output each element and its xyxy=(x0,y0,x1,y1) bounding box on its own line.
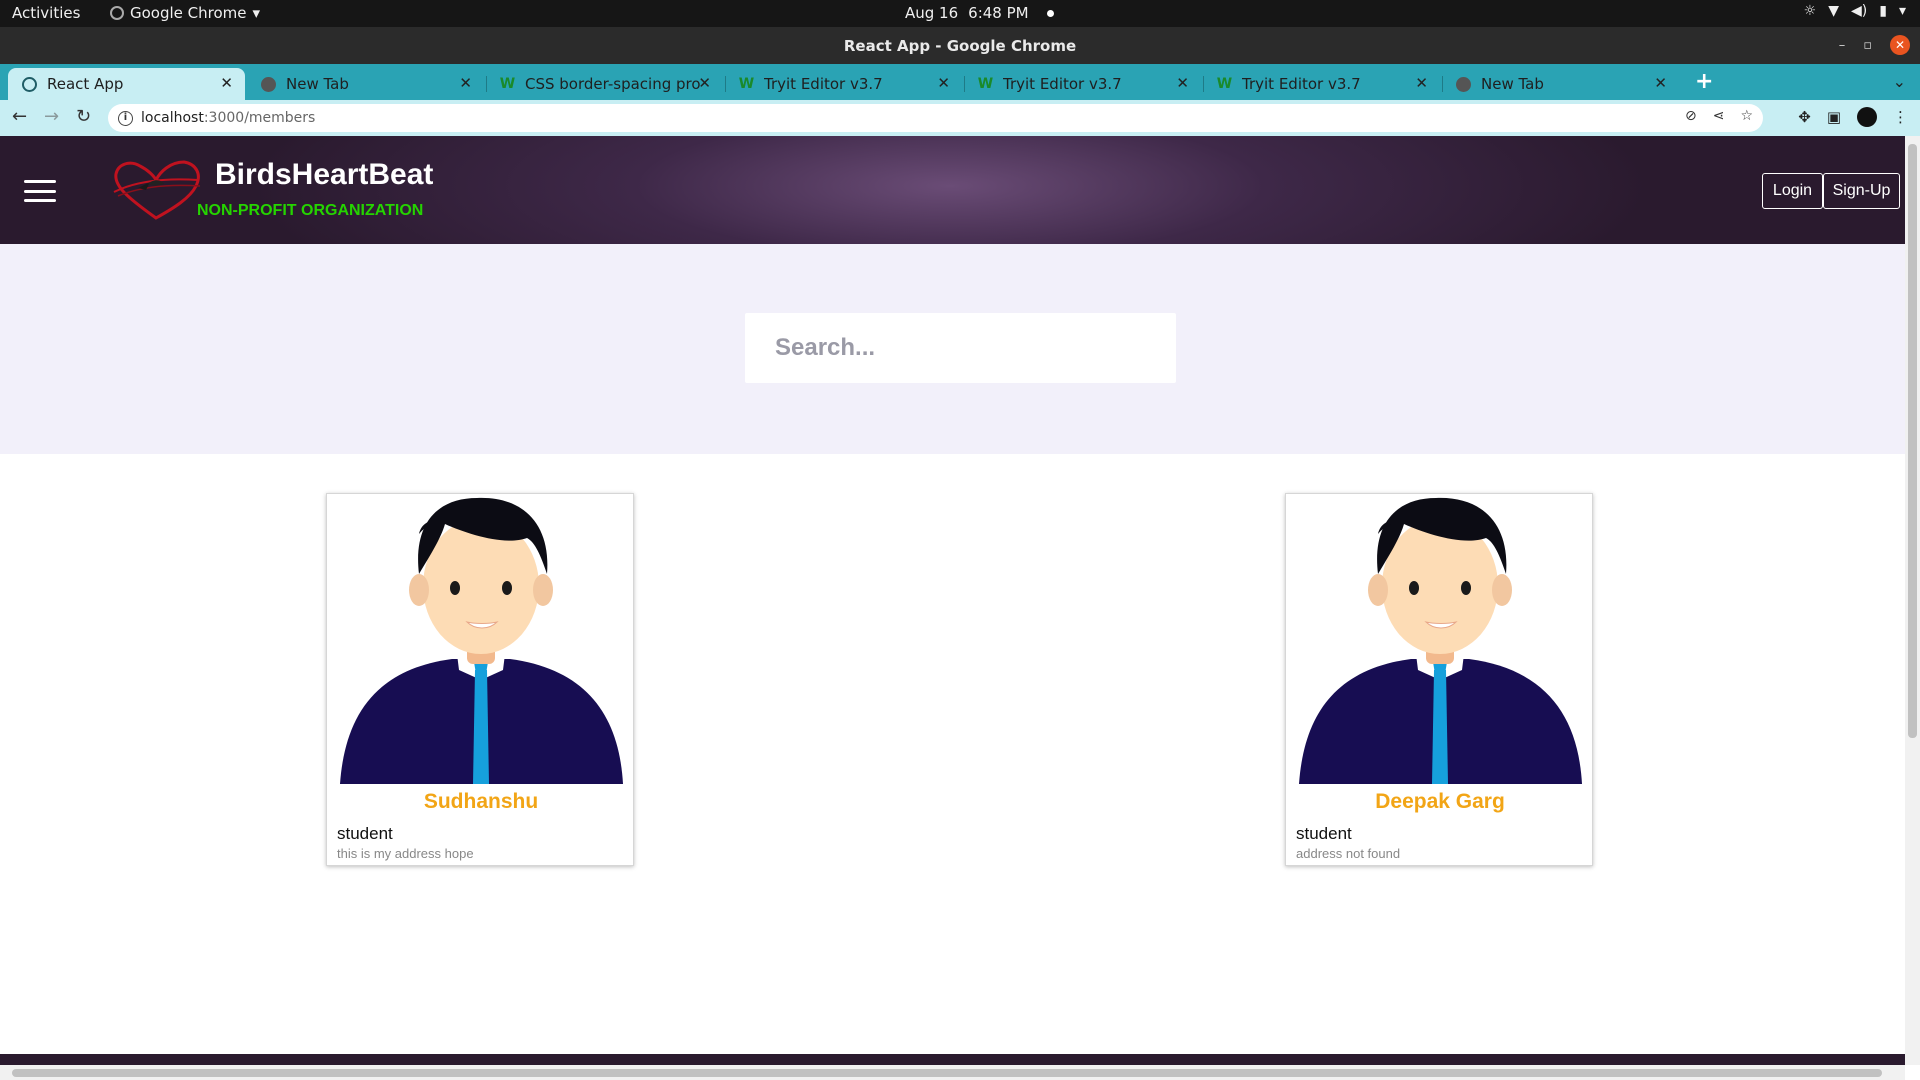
close-icon[interactable]: ✕ xyxy=(459,74,472,92)
side-panel-icon[interactable]: ▣ xyxy=(1827,108,1841,126)
url-host: localhost xyxy=(141,110,204,126)
tab-new-tab[interactable]: New Tab ✕ xyxy=(1442,68,1679,100)
signup-button[interactable]: Sign-Up xyxy=(1823,173,1900,209)
wifi-icon: ▼ xyxy=(1828,3,1840,19)
search-section xyxy=(0,244,1905,454)
horizontal-scrollbar[interactable] xyxy=(0,1065,1905,1080)
caret-down-icon: ▾ xyxy=(1898,3,1906,19)
member-card[interactable]: Deepak Garg student address not found xyxy=(1285,493,1593,866)
chrome-icon xyxy=(261,76,276,92)
close-icon[interactable]: ✕ xyxy=(1415,74,1428,92)
notification-dot-icon xyxy=(1046,9,1054,17)
w3schools-icon: W xyxy=(977,76,994,92)
member-role: student xyxy=(337,824,393,843)
member-name: Sudhanshu xyxy=(423,790,539,813)
scrollbar-thumb[interactable] xyxy=(12,1069,1882,1077)
app-menu[interactable]: Google Chrome ▾ xyxy=(110,4,260,22)
tab-label: Tryit Editor v3.7 xyxy=(1242,75,1361,93)
kebab-menu-icon[interactable]: ⋮ xyxy=(1893,108,1908,126)
member-address: this is my address hope xyxy=(337,846,474,861)
close-icon[interactable]: ✕ xyxy=(1176,74,1189,92)
member-avatar xyxy=(1299,497,1582,784)
brand-subtitle: NON-PROFIT ORGANIZATION xyxy=(197,202,424,219)
clock[interactable]: Aug 16 6:48 PM xyxy=(905,4,1054,22)
back-arrow-icon[interactable]: ← xyxy=(12,106,27,127)
tab-label: CSS border-spacing prope xyxy=(525,75,700,93)
tab-label: New Tab xyxy=(1481,75,1544,93)
close-icon[interactable]: ✕ xyxy=(937,74,950,92)
member-card[interactable]: Sudhanshu student this is my address hop… xyxy=(326,493,634,866)
tab-react-app[interactable]: React App ✕ xyxy=(8,68,245,100)
date-label: Aug 16 xyxy=(905,4,959,22)
caret-down-icon: ▾ xyxy=(252,4,261,22)
close-window-icon[interactable]: ✕ xyxy=(1890,35,1910,55)
forward-arrow-icon[interactable]: → xyxy=(44,106,59,127)
login-button[interactable]: Login xyxy=(1762,173,1823,209)
close-icon[interactable]: ✕ xyxy=(220,74,233,92)
url-path: :3000/members xyxy=(203,110,316,126)
extensions-puzzle-icon[interactable]: ✥ xyxy=(1798,108,1811,126)
member-name: Deepak Garg xyxy=(1375,790,1505,813)
app-menu-label: Google Chrome xyxy=(130,4,247,22)
tab-new-tab[interactable]: New Tab ✕ xyxy=(247,68,484,100)
eye-off-icon[interactable]: ⊘ xyxy=(1685,108,1697,124)
close-icon[interactable]: ✕ xyxy=(698,74,711,92)
tab-tryit-editor[interactable]: W Tryit Editor v3.7 ✕ xyxy=(964,68,1201,100)
scrollbar-thumb[interactable] xyxy=(1908,144,1917,738)
bookmark-star-icon[interactable]: ☆ xyxy=(1740,108,1753,124)
new-tab-plus-icon[interactable]: + xyxy=(1695,69,1713,94)
tab-tryit-editor[interactable]: W Tryit Editor v3.7 ✕ xyxy=(1203,68,1440,100)
profile-avatar-icon[interactable] xyxy=(1857,107,1877,127)
tab-strip: React App ✕ New Tab ✕ W CSS border-spaci… xyxy=(0,64,1920,100)
volume-icon: ◀) xyxy=(1851,3,1868,19)
tab-tryit-editor[interactable]: W Tryit Editor v3.7 ✕ xyxy=(725,68,962,100)
maximize-icon[interactable]: ▫ xyxy=(1863,38,1872,53)
os-top-bar: Activities Google Chrome ▾ Aug 16 6:48 P… xyxy=(0,0,1920,27)
tab-css-border-spacing[interactable]: W CSS border-spacing prope ✕ xyxy=(486,68,723,100)
hamburger-menu-icon[interactable] xyxy=(24,180,56,202)
w3schools-icon: W xyxy=(738,76,755,92)
page-viewport: BirdsHeartBeat NON-PROFIT ORGANIZATION L… xyxy=(0,136,1905,1065)
close-icon[interactable]: ✕ xyxy=(1654,74,1667,92)
reload-icon[interactable]: ↻ xyxy=(76,106,91,127)
vertical-scrollbar[interactable] xyxy=(1905,136,1920,1065)
w3schools-icon: W xyxy=(499,76,516,92)
site-header: BirdsHeartBeat NON-PROFIT ORGANIZATION L… xyxy=(0,136,1905,244)
member-address: address not found xyxy=(1296,846,1401,861)
heart-logo-icon[interactable] xyxy=(108,158,204,220)
tab-label: React App xyxy=(47,75,124,93)
tab-label: Tryit Editor v3.7 xyxy=(764,75,883,93)
window-title-bar: React App - Google Chrome – ▫ ✕ xyxy=(0,27,1920,64)
brightness-icon: ☼ xyxy=(1803,3,1817,19)
site-footer xyxy=(0,1054,1905,1065)
member-role: student xyxy=(1296,824,1352,843)
address-bar[interactable]: i localhost:3000/members ⊘ ⋖ ☆ xyxy=(108,104,1763,132)
minimize-icon[interactable]: – xyxy=(1839,38,1846,53)
tab-label: New Tab xyxy=(286,75,349,93)
tab-label: Tryit Editor v3.7 xyxy=(1003,75,1122,93)
chrome-icon xyxy=(110,6,124,20)
time-label: 6:48 PM xyxy=(968,4,1029,22)
site-info-icon[interactable]: i xyxy=(118,110,133,126)
browser-toolbar: ← → ↻ i localhost:3000/members ⊘ ⋖ ☆ ✥ ▣… xyxy=(0,100,1920,136)
battery-icon: ▮ xyxy=(1879,3,1887,19)
search-input[interactable] xyxy=(745,313,1176,383)
system-tray[interactable]: ☼ ▼ ◀) ▮ ▾ xyxy=(1804,3,1906,19)
react-icon xyxy=(22,76,37,92)
member-avatar xyxy=(340,497,623,784)
share-icon[interactable]: ⋖ xyxy=(1713,108,1725,124)
tab-search-chevron-icon[interactable]: ⌄ xyxy=(1893,72,1906,91)
chrome-icon xyxy=(1456,76,1471,92)
w3schools-icon: W xyxy=(1216,76,1233,92)
brand-title[interactable]: BirdsHeartBeat xyxy=(215,158,433,192)
window-title: React App - Google Chrome xyxy=(843,37,1077,55)
activities-button[interactable]: Activities xyxy=(12,4,80,22)
